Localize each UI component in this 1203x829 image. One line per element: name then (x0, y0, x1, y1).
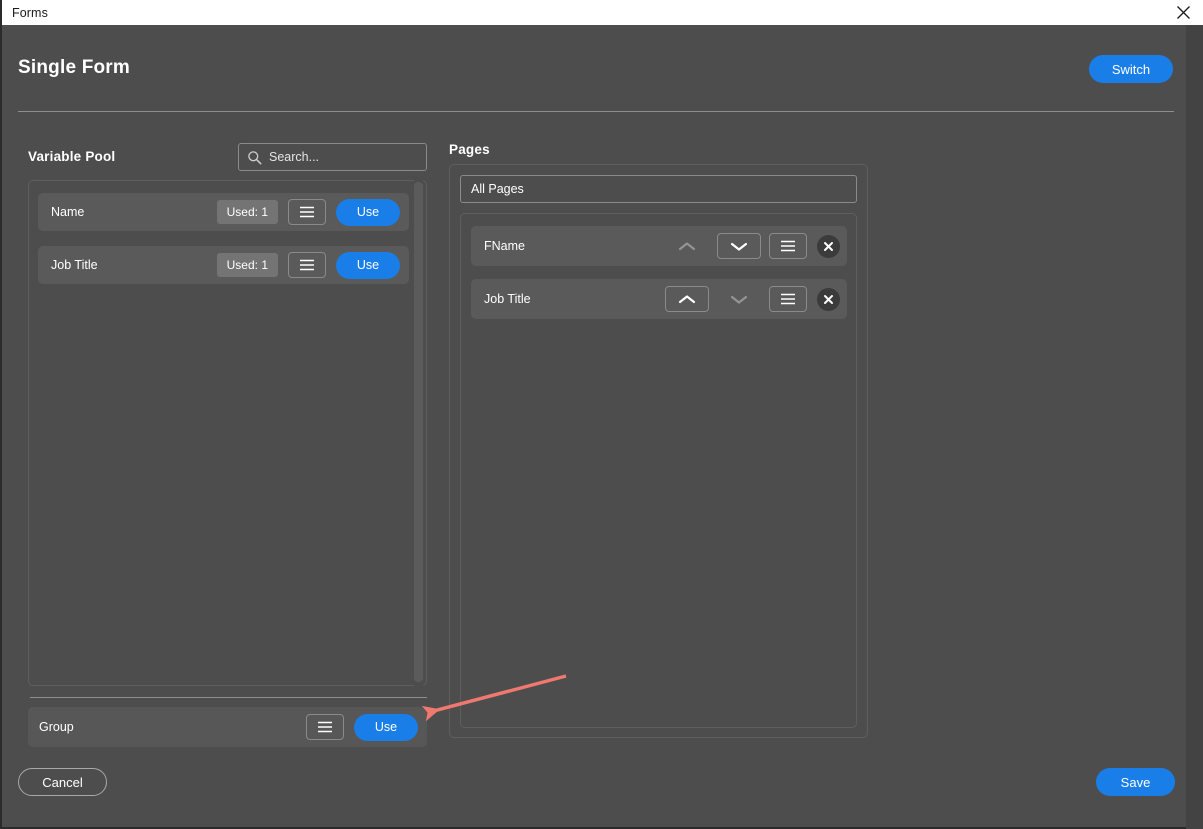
hamburger-icon[interactable] (288, 252, 326, 278)
close-x-icon[interactable] (817, 287, 840, 311)
use-button[interactable]: Use (336, 198, 400, 226)
chevron-up-icon[interactable] (665, 286, 709, 312)
chevron-up-icon (665, 233, 709, 259)
group-name: Group (39, 720, 74, 734)
pages-panel: All Pages FName Job Title (449, 164, 868, 738)
variable-pool-label: Variable Pool (28, 149, 116, 164)
chevron-down-icon (717, 286, 761, 312)
switch-button[interactable]: Switch (1089, 55, 1173, 83)
close-x-icon[interactable] (817, 234, 840, 258)
group-divider (30, 697, 427, 698)
variable-name: Name (51, 205, 85, 219)
variable-pool-scrollbar-track[interactable] (414, 180, 423, 686)
chevron-down-icon[interactable] (717, 233, 761, 259)
use-button[interactable]: Use (336, 251, 400, 279)
page-name: FName (484, 239, 525, 253)
group-row[interactable]: Group Use (28, 707, 427, 747)
page-row[interactable]: Job Title (471, 279, 847, 319)
page-name: Job Title (484, 292, 531, 306)
used-badge: Used: 1 (216, 253, 278, 277)
window-titlebar: Forms (2, 0, 1203, 25)
hamburger-icon[interactable] (306, 714, 344, 740)
search-icon (247, 150, 262, 165)
save-button[interactable]: Save (1096, 768, 1175, 796)
variable-pool-scrollbar-thumb[interactable] (414, 182, 423, 682)
forms-dialog: Forms Single Form Switch Variable Pool N… (0, 0, 1203, 829)
search-input[interactable] (269, 150, 419, 164)
search-box[interactable] (238, 143, 427, 171)
pages-label: Pages (449, 142, 490, 157)
window-scrollbar[interactable] (1186, 25, 1203, 829)
page-row[interactable]: FName (471, 226, 847, 266)
pages-list: FName Job Title (460, 213, 857, 728)
hamburger-icon[interactable] (769, 233, 807, 259)
window-title: Forms (12, 5, 48, 20)
group-use-button[interactable]: Use (354, 713, 418, 741)
page-title: Single Form (18, 57, 130, 78)
variable-row[interactable]: Name Used: 1 Use (38, 193, 409, 231)
cancel-button[interactable]: Cancel (18, 768, 107, 796)
variable-pool-panel: Name Used: 1 Use Job Title Used: 1 Use (28, 180, 427, 686)
close-icon[interactable] (1163, 0, 1203, 25)
all-pages-selector[interactable]: All Pages (460, 175, 857, 203)
hamburger-icon[interactable] (769, 286, 807, 312)
used-badge: Used: 1 (216, 200, 278, 224)
header-divider (18, 111, 1174, 112)
variable-row[interactable]: Job Title Used: 1 Use (38, 246, 409, 284)
hamburger-icon[interactable] (288, 199, 326, 225)
variable-name: Job Title (51, 258, 98, 272)
